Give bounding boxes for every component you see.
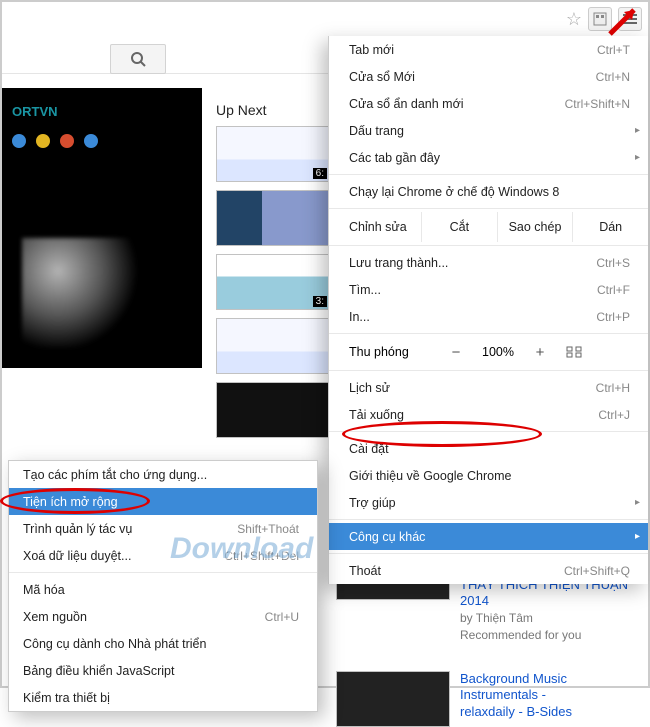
zoom-in-button[interactable]: +: [523, 344, 557, 361]
menu-downloads[interactable]: Tải xuốngCtrl+J: [329, 401, 648, 428]
submenu-extensions[interactable]: Tiện ích mở rộng: [9, 488, 317, 515]
menu-recent-tabs[interactable]: Các tab gần đây: [329, 144, 648, 171]
submenu-js-console[interactable]: Bảng điều khiển JavaScript: [9, 657, 317, 684]
thumbnail[interactable]: 3:: [216, 254, 330, 310]
video-brand-text: ORTVN: [12, 104, 58, 119]
extension-button[interactable]: [588, 7, 612, 31]
bookmark-star-icon[interactable]: ☆: [566, 9, 582, 30]
video-dots: [12, 134, 98, 148]
up-next-list: 6: 3:: [216, 126, 330, 438]
menu-save-as[interactable]: Lưu trang thành...Ctrl+S: [329, 249, 648, 276]
menu-about[interactable]: Giới thiệu về Google Chrome: [329, 462, 648, 489]
up-next-label: Up Next: [216, 102, 267, 118]
menu-settings[interactable]: Cài đặt: [329, 435, 648, 462]
menu-relaunch-win8[interactable]: Chạy lại Chrome ở chế độ Windows 8: [329, 178, 648, 205]
menu-more-tools[interactable]: Công cụ khác: [329, 523, 648, 550]
menu-incognito[interactable]: Cửa sổ ẩn danh mớiCtrl+Shift+N: [329, 90, 648, 117]
thumbnail[interactable]: [216, 382, 330, 438]
menu-find[interactable]: Tìm...Ctrl+F: [329, 276, 648, 303]
video-recommended: Recommended for you: [460, 628, 646, 643]
submenu-dev-tools[interactable]: Công cụ dành cho Nhà phát triển: [9, 630, 317, 657]
submenu-view-source[interactable]: Xem nguồnCtrl+U: [9, 603, 317, 630]
menu-new-tab[interactable]: Tab mớiCtrl+T: [329, 36, 648, 63]
submenu-create-shortcuts[interactable]: Tạo các phím tắt cho ứng dụng...: [9, 461, 317, 488]
submenu-task-manager[interactable]: Trình quản lý tác vụShift+Thoát: [9, 515, 317, 542]
menu-print[interactable]: In...Ctrl+P: [329, 303, 648, 330]
menu-bookmarks[interactable]: Dấu trang: [329, 117, 648, 144]
submenu-inspect-devices[interactable]: Kiểm tra thiết bị: [9, 684, 317, 711]
video-byline: by Thiện Tâm: [460, 611, 646, 626]
menu-history[interactable]: Lịch sửCtrl+H: [329, 374, 648, 401]
menu-zoom-row: Thu phóng − 100% +: [329, 337, 648, 367]
menu-edit-row: Chỉnh sửa Cắt Sao chép Dán: [329, 212, 648, 242]
menu-cut[interactable]: Cắt: [421, 212, 497, 242]
menu-help[interactable]: Trợ giúp: [329, 489, 648, 516]
video-title-line: relaxdaily - B-Sides: [460, 704, 646, 720]
thumbnail[interactable]: [216, 190, 330, 246]
menu-new-window[interactable]: Cửa sổ MớiCtrl+N: [329, 63, 648, 90]
thumbnail: [336, 671, 450, 727]
video-player[interactable]: ORTVN: [2, 88, 202, 368]
menu-exit[interactable]: ThoátCtrl+Shift+Q: [329, 557, 648, 584]
submenu-encoding[interactable]: Mã hóa: [9, 576, 317, 603]
chrome-main-menu: Tab mớiCtrl+T Cửa sổ MớiCtrl+N Cửa sổ ẩn…: [328, 36, 648, 584]
more-tools-submenu: Tạo các phím tắt cho ứng dụng... Tiện íc…: [8, 460, 318, 712]
video-title-line: Background Music Instrumentals -: [460, 671, 646, 704]
hamburger-menu-button[interactable]: [618, 7, 642, 31]
video-content: [22, 238, 142, 348]
recommendation-card[interactable]: Background Music Instrumentals - relaxda…: [336, 671, 646, 727]
zoom-out-button[interactable]: −: [439, 344, 473, 361]
menu-paste[interactable]: Dán: [572, 212, 648, 242]
browser-toolbar: ☆: [566, 2, 648, 36]
zoom-value: 100%: [473, 345, 523, 359]
fullscreen-button[interactable]: [557, 346, 591, 358]
search-button[interactable]: [110, 44, 166, 74]
thumbnail[interactable]: [216, 318, 330, 374]
thumbnail[interactable]: 6:: [216, 126, 330, 182]
submenu-clear-data[interactable]: Xoá dữ liệu duyệt...Ctrl+Shift+Del: [9, 542, 317, 569]
menu-copy[interactable]: Sao chép: [497, 212, 573, 242]
